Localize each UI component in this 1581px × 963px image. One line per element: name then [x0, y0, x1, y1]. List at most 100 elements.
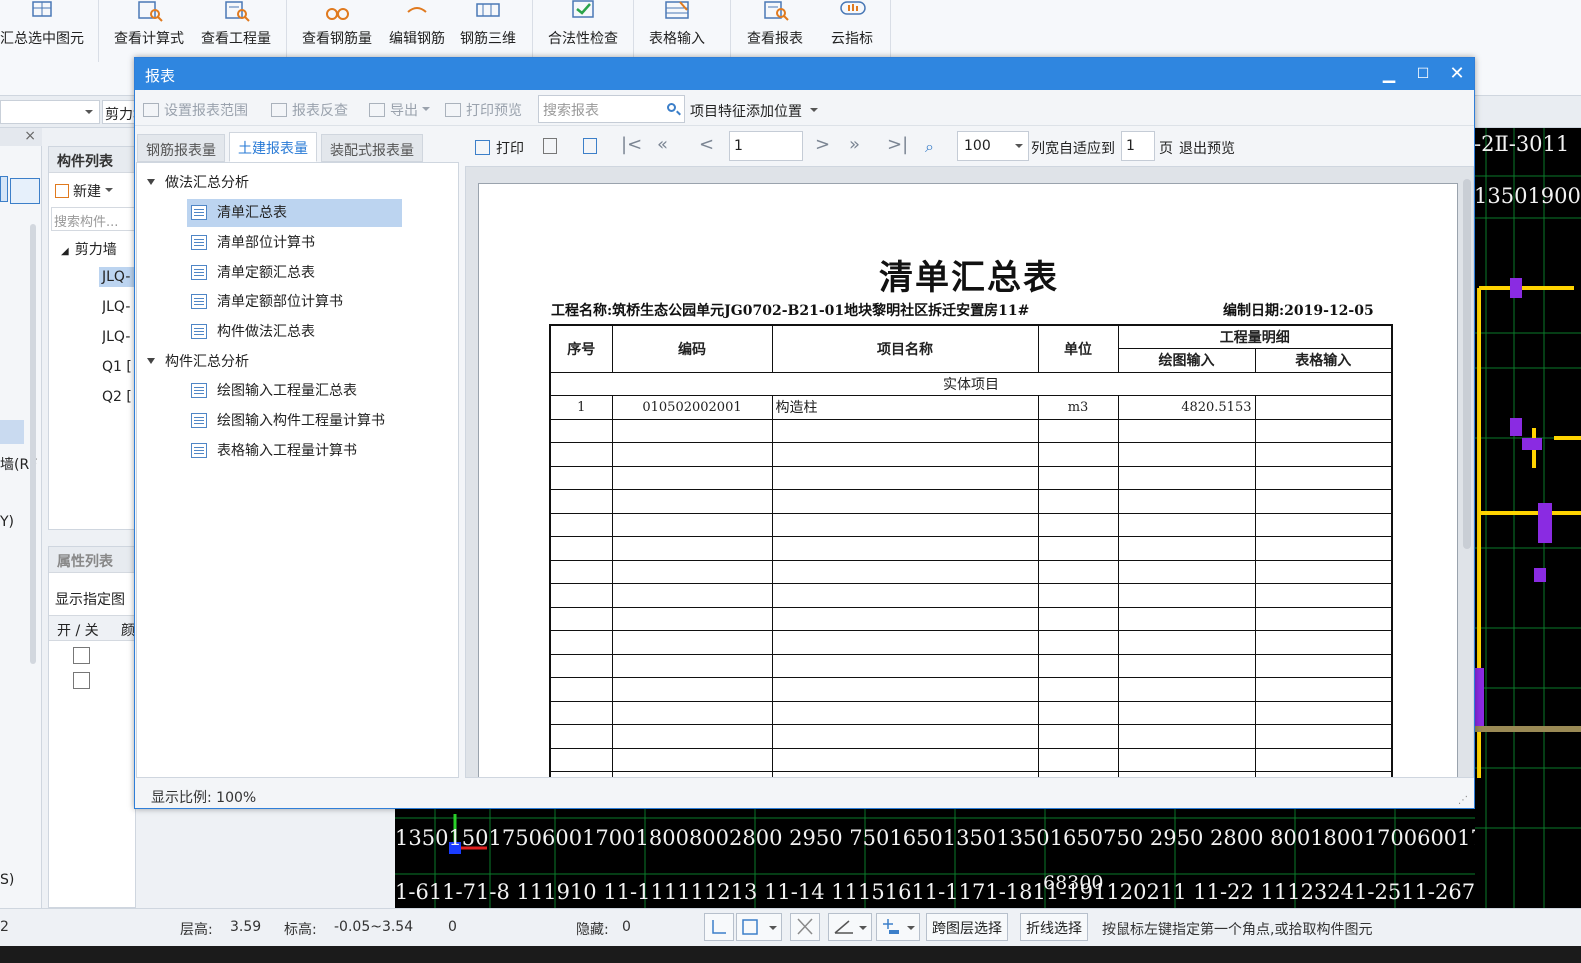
empty-cell — [611, 559, 773, 584]
print-preview-button[interactable]: 打印预览 — [445, 100, 522, 120]
next-fast-icon[interactable]: » — [849, 134, 860, 155]
snap-select[interactable] — [736, 913, 782, 941]
bill-summary-table: 序号 编码 项目名称 单位 工程量明细 绘图输入 表格输入 实体项目 1 010… — [549, 324, 1393, 777]
component-item[interactable]: Q2 [ — [102, 389, 137, 405]
tree-item-bill-location[interactable]: 清单部位计算书 — [187, 229, 323, 257]
tree-group-method-analysis[interactable]: 做法汇总分析 — [147, 169, 249, 197]
tree-item-bill-quota-summary[interactable]: 清单定额汇总表 — [187, 259, 323, 287]
report-reverse-check-button[interactable]: 报表反查 — [271, 100, 348, 120]
edit-rebar-button[interactable]: 编辑钢筋 — [383, 0, 451, 60]
maximize-icon[interactable]: ☐ — [1406, 58, 1440, 90]
tab-civil-report[interactable]: 土建报表量 — [229, 132, 317, 162]
view-rebar-button[interactable]: 查看钢筋量 — [296, 0, 378, 60]
legality-check-button[interactable]: 合法性检查 — [540, 0, 626, 60]
zoom-select[interactable]: 100 — [957, 131, 1029, 161]
close-icon[interactable]: × — [24, 128, 36, 144]
nav-item-label[interactable]: Y) — [0, 514, 14, 530]
nav-item-label[interactable]: S) — [0, 872, 14, 888]
exit-preview-button[interactable]: 退出预览 — [1179, 138, 1235, 158]
cloud-index-button[interactable]: 云指标 — [818, 0, 886, 60]
tree-item-bill-quota-location[interactable]: 清单定额部位计算书 — [187, 288, 351, 316]
dialog-titlebar[interactable]: 报表 ▁ ☐ ✕ — [135, 58, 1474, 90]
nav-item-selected[interactable] — [0, 420, 24, 444]
offset-select[interactable] — [876, 913, 920, 941]
empty-cell — [771, 442, 1039, 467]
component-item[interactable]: JLQ- — [102, 329, 137, 345]
zoom-icon[interactable]: ⌕ — [925, 137, 934, 157]
fit-pages-input[interactable]: 1 — [1121, 131, 1155, 161]
nav-item-icon[interactable] — [0, 176, 8, 202]
feature-position-select[interactable]: 项目特征添加位置 — [690, 101, 818, 121]
table-input-button[interactable]: 表格输入 — [640, 0, 714, 60]
tree-item-draw-quantity[interactable]: 绘图输入工程量汇总表 — [187, 377, 365, 405]
ortho-toggle[interactable] — [704, 913, 734, 941]
tree-item-draw-component-calc[interactable]: 绘图输入构件工程量计算书 — [187, 407, 393, 435]
report-doc-icon — [191, 235, 207, 250]
new-component-button[interactable]: 新建 — [55, 181, 113, 201]
tab-rebar-report[interactable]: 钢筋报表量 — [137, 134, 225, 162]
empty-cell — [611, 677, 773, 702]
set-report-range-button[interactable]: 设置报表范围 — [143, 100, 248, 120]
next-page-icon[interactable]: > — [815, 134, 830, 155]
tree-group-component-analysis[interactable]: 构件汇总分析 — [147, 348, 249, 376]
cross-layer-select-button[interactable]: 跨图层选择 — [926, 913, 1008, 941]
view-quantity-button[interactable]: 查看工程量 — [195, 0, 277, 60]
resize-grip-icon[interactable]: ⋰ — [1458, 795, 1468, 806]
cross-toggle[interactable] — [790, 913, 820, 941]
component-type-select[interactable]: 剪力墙 — [102, 100, 136, 124]
visibility-checkbox[interactable] — [73, 672, 90, 689]
empty-cell — [1117, 630, 1256, 655]
component-item[interactable]: JLQ- — [99, 267, 137, 287]
rebar-3d-button[interactable]: 钢筋三维 — [454, 0, 522, 60]
component-item[interactable]: Q1 [ — [102, 359, 137, 375]
tree-item-component-method[interactable]: 构件做法汇总表 — [187, 318, 323, 346]
polyline-select-button[interactable]: 折线选择 — [1020, 913, 1088, 941]
cad-canvas-bottom[interactable]: 13501501750600170018008002800 2950 75016… — [395, 808, 1475, 908]
tab-prefab-report[interactable]: 装配式报表量 — [321, 134, 423, 162]
layout-toggle-icon[interactable] — [10, 178, 40, 204]
prev-page-icon[interactable]: < — [699, 134, 714, 155]
prev-fast-icon[interactable]: « — [657, 134, 668, 155]
first-page-icon[interactable]: |< — [621, 134, 642, 155]
preview-scrollbar[interactable] — [1463, 179, 1471, 549]
search-icon[interactable] — [667, 103, 676, 112]
page-number-input[interactable]: 1 — [729, 131, 803, 161]
view-formula-button[interactable]: 查看计算式 — [108, 0, 190, 60]
cad-canvas-right[interactable]: -2Ⅱ-3011 13501900 — [1474, 128, 1581, 908]
empty-cell — [611, 465, 773, 490]
set-report-range-label: 设置报表范围 — [164, 103, 248, 119]
empty-cell — [1037, 418, 1119, 443]
empty-cell — [1254, 724, 1393, 749]
page-setup-icon[interactable] — [543, 138, 557, 158]
empty-cell — [771, 559, 1039, 584]
tree-item-table-input-calc[interactable]: 表格输入工程量计算书 — [187, 437, 365, 465]
print-button[interactable]: 打印 — [475, 138, 524, 158]
tree-root[interactable]: ◢ 剪力墙 — [61, 239, 117, 259]
export-button[interactable]: 导出 — [369, 100, 430, 120]
last-page-icon[interactable]: >| — [887, 134, 908, 155]
report-search-input[interactable]: 搜索报表 — [538, 95, 685, 123]
copy-icon[interactable] — [583, 138, 597, 158]
empty-cell — [549, 677, 613, 702]
cad-dimension-label: 13501900 — [1474, 184, 1581, 208]
component-item[interactable]: JLQ- — [102, 299, 137, 315]
empty-cell — [1254, 771, 1393, 777]
floor-select[interactable] — [0, 100, 100, 124]
tree-item-bill-summary[interactable]: 清单汇总表 — [187, 199, 402, 227]
table-row[interactable]: 1 010502002001 构造柱 m3 4820.5153 — [549, 395, 1393, 420]
view-report-button[interactable]: 查看报表 — [738, 0, 812, 60]
component-search-input[interactable]: 搜索构件... — [51, 207, 135, 231]
scrollbar[interactable] — [30, 224, 36, 664]
empty-cell — [1117, 536, 1256, 561]
summarize-selected-button[interactable]: 汇总选中图元 — [0, 0, 92, 60]
angle-select[interactable] — [828, 913, 872, 941]
close-icon[interactable]: ✕ — [1440, 58, 1474, 90]
visibility-checkbox[interactable] — [73, 647, 90, 664]
minimize-icon[interactable]: ▁ — [1372, 58, 1406, 90]
empty-cell — [1037, 724, 1119, 749]
show-specified-toggle[interactable]: 显示指定图 — [55, 589, 135, 609]
ribbon-label: 查看计算式 — [114, 31, 184, 47]
export-icon — [369, 103, 385, 117]
tree-item-label: 清单定额部位计算书 — [217, 294, 343, 310]
property-header: 开 / 关 颜 — [49, 615, 135, 641]
